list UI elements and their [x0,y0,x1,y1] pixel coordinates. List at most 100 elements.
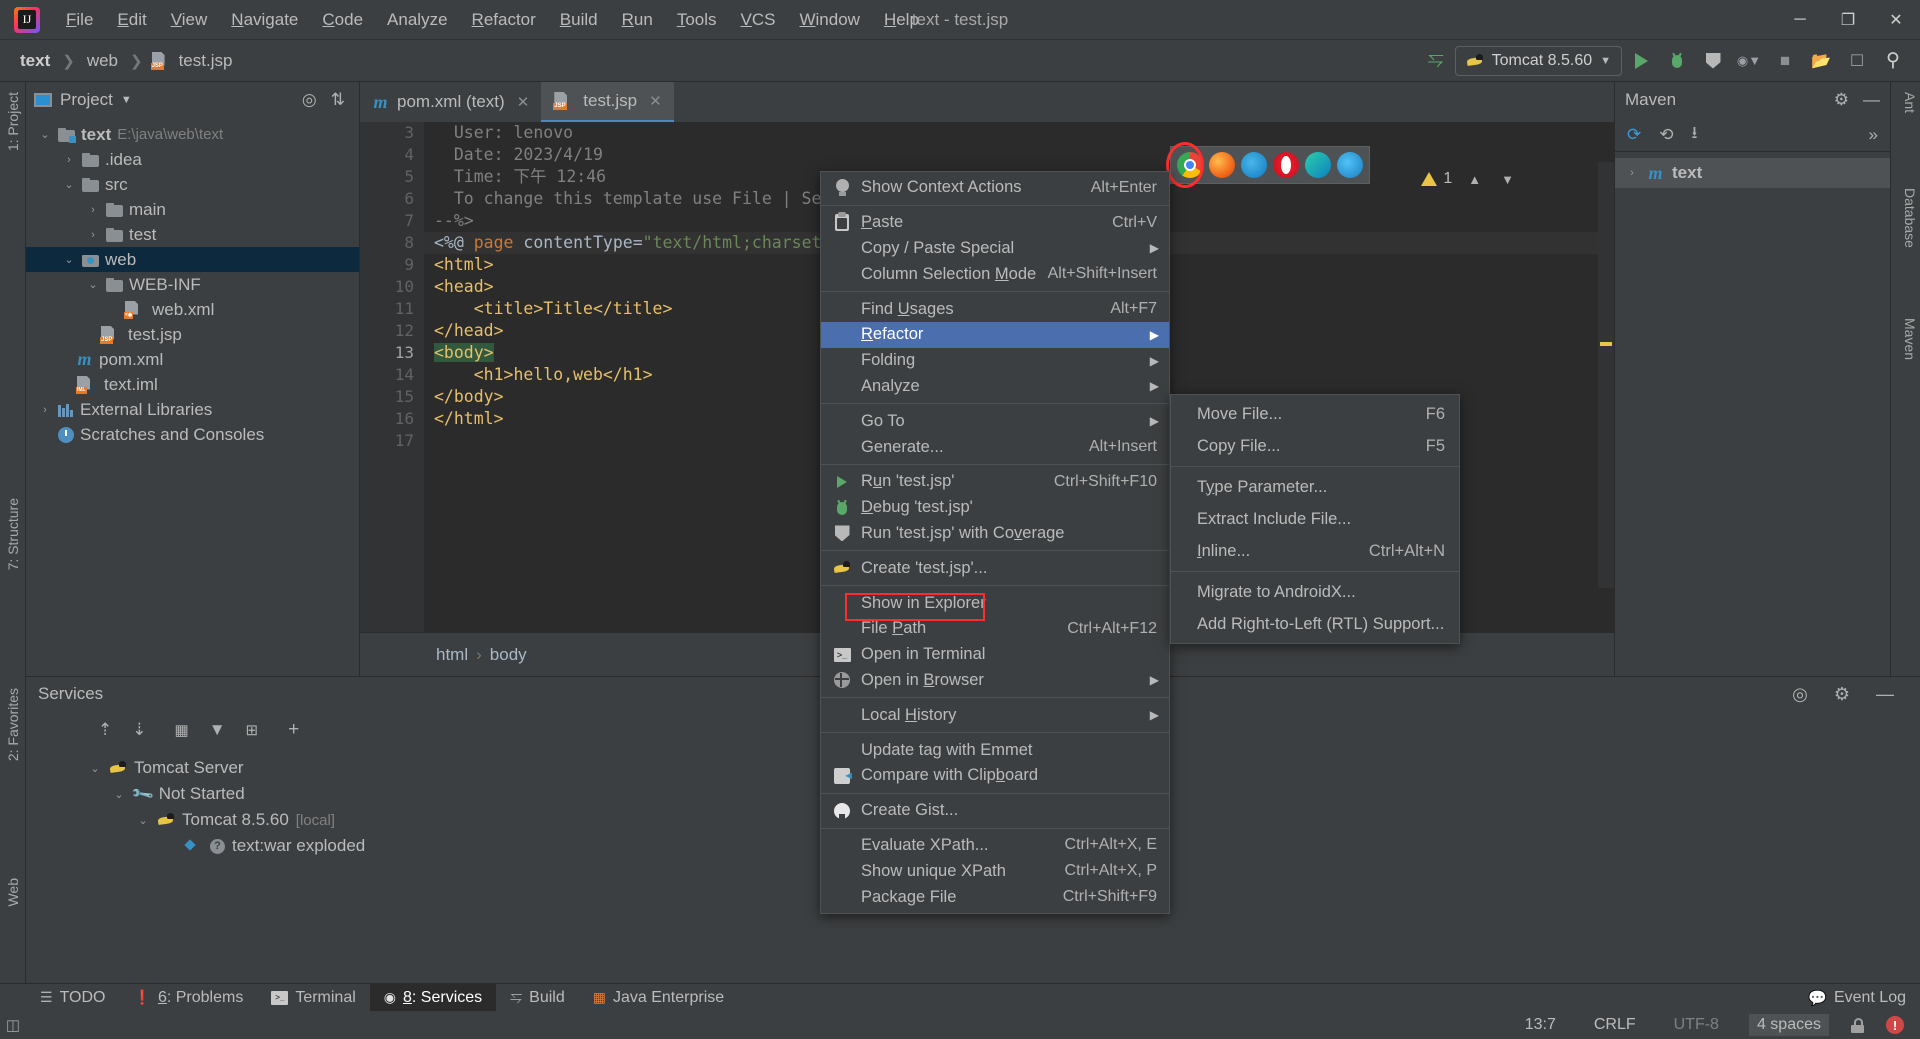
menu-run[interactable]: Run [610,6,665,34]
menu-window[interactable]: Window [787,6,871,34]
reload-icon[interactable]: ⟳ [1627,125,1641,145]
menu-item-paste[interactable]: Paste Ctrl+V [821,210,1169,236]
submenu-item-extract-include-file[interactable]: Extract Include File... [1171,503,1459,535]
submenu-item-migrate-to-androidx[interactable]: Migrate to AndroidX... [1171,576,1459,608]
submenu-item-copy-file[interactable]: Copy File... F5 [1171,430,1459,462]
add-service-icon[interactable]: + [288,719,299,741]
maximize-button[interactable]: ❐ [1824,0,1872,40]
menu-item-copy-paste-special[interactable]: Copy / Paste Special ▶ [821,236,1169,262]
menu-item-find-usages[interactable]: Find Usages Alt+F7 [821,296,1169,322]
chevron-down-icon[interactable]: ▼ [121,94,132,106]
sidebar-item-structure[interactable]: 7: Structure [0,492,26,576]
gear-icon[interactable]: ⚙ [1834,684,1850,705]
menu-item-open-in-terminal[interactable]: >_ Open in Terminal [821,642,1169,668]
tree-node-textiml[interactable]: IML text.iml [26,372,359,397]
collapse-all-icon[interactable]: ⇅ [331,90,345,110]
chevron-down-icon[interactable]: ⌄ [88,762,102,775]
tree-node-webxml[interactable]: <◉ web.xml [26,297,359,322]
tree-node-test[interactable]: › test [26,222,359,247]
download-sources-icon[interactable]: ⭳ [1692,120,1698,149]
breadcrumb-web[interactable]: web [83,49,122,73]
edge-legacy-icon[interactable] [1241,152,1267,178]
breadcrumb-body[interactable]: body [490,645,527,665]
editor-inspection-scrollbar[interactable] [1598,162,1614,588]
menu-view[interactable]: View [159,6,220,34]
show-tool-windows-icon[interactable]: ◫ [6,1016,20,1034]
chevron-down-icon[interactable]: ⌄ [86,278,100,291]
filter-icon[interactable]: ▼ [209,720,226,740]
tree-node-webinf[interactable]: ⌄ WEB-INF [26,272,359,297]
tree-node-web[interactable]: ⌄ web [26,247,359,272]
menu-tools[interactable]: Tools [665,6,729,34]
menu-code[interactable]: Code [310,6,375,34]
run-with-coverage-button[interactable] [1696,46,1730,76]
inspection-status[interactable]: 1 ▲ ▼ [1421,170,1514,188]
error-badge-icon[interactable]: ! [1886,1016,1904,1034]
close-button[interactable]: ✕ [1872,0,1920,40]
expand-all-icon[interactable]: ⇡ [98,720,112,740]
edge-icon[interactable] [1305,152,1331,178]
chevron-down-icon[interactable]: ⌄ [38,128,52,141]
tab-pom-xml[interactable]: m pom.xml (text) ✕ [360,82,541,122]
tree-node-testjsp[interactable]: JSP test.jsp [26,322,359,347]
add-tab-icon[interactable]: ⊞ [246,721,259,739]
menu-item-show-context-actions[interactable]: Show Context Actions Alt+Enter [821,175,1169,201]
unlocked-icon[interactable] [1851,1017,1864,1033]
menu-item-analyze[interactable]: Analyze ▶ [821,374,1169,400]
chevron-down-icon[interactable]: ▼ [1501,172,1514,187]
menu-item-folding[interactable]: Folding ▶ [821,348,1169,374]
ie-icon[interactable] [1337,152,1363,178]
file-encoding[interactable]: UTF-8 [1666,1014,1727,1036]
more-actions-icon[interactable]: » [1869,125,1878,145]
chevron-down-icon[interactable]: ⌄ [112,788,126,801]
maven-project-text[interactable]: › m text [1615,158,1890,188]
locate-target-icon[interactable]: ◎ [1792,684,1808,705]
generate-sources-icon[interactable]: ⟲ [1659,125,1673,145]
breadcrumb-html[interactable]: html [436,645,468,665]
breadcrumb-testjsp[interactable]: test.jsp [175,49,237,73]
menu-item-run-testjsp[interactable]: Run 'test.jsp' Ctrl+Shift+F10 [821,469,1169,495]
menu-item-local-history[interactable]: Local History ▶ [821,702,1169,728]
sidebar-item-ant[interactable]: Ant [1892,86,1918,119]
gear-icon[interactable]: ⚙ [1834,90,1849,110]
sidebar-item-maven[interactable]: Maven [1892,312,1918,366]
menu-item-refactor[interactable]: Refactor ▶ [821,321,1169,348]
menu-refactor[interactable]: Refactor [460,6,548,34]
tab-todo[interactable]: ☰ TODO [26,984,120,1012]
chevron-right-icon[interactable]: › [38,404,52,416]
menu-item-evaluate-xpath[interactable]: Evaluate XPath... Ctrl+Alt+X, E [821,833,1169,859]
chevron-down-icon[interactable]: ⌄ [62,253,76,266]
menu-item-show-unique-xpath[interactable]: Show unique XPath Ctrl+Alt+X, P [821,858,1169,884]
tree-node-scratches[interactable]: Scratches and Consoles [26,422,359,447]
chevron-up-icon[interactable]: ▲ [1468,172,1481,187]
debug-button[interactable] [1660,46,1694,76]
tree-node-external-libraries[interactable]: › External Libraries [26,397,359,422]
chevron-down-icon[interactable]: ⌄ [62,178,76,191]
menu-edit[interactable]: Edit [105,6,158,34]
tab-build[interactable]: ⥧ Build [496,984,579,1012]
chevron-right-icon[interactable]: › [86,204,100,216]
chrome-icon[interactable] [1177,152,1203,178]
stop-button[interactable]: ■ [1768,46,1802,76]
tab-terminal[interactable]: >_ Terminal [257,984,369,1012]
sidebar-item-favorites[interactable]: 2: Favorites [0,682,26,767]
tree-node-idea[interactable]: › .idea [26,147,359,172]
update-project-icon[interactable]: 📂 [1804,46,1838,76]
tab-java-enterprise[interactable]: ▦ Java Enterprise [579,984,738,1012]
submenu-item-add-rtl-support[interactable]: Add Right-to-Left (RTL) Support... [1171,608,1459,640]
tree-node-text[interactable]: ⌄ text E:\java\web\text [26,122,359,147]
submenu-item-move-file[interactable]: Move File... F6 [1171,398,1459,430]
menu-item-file-path[interactable]: File Path Ctrl+Alt+F12 [821,616,1169,642]
hide-panel-icon[interactable]: — [1863,90,1880,110]
indent-setting[interactable]: 4 spaces [1748,1014,1829,1036]
run-button[interactable] [1624,46,1658,76]
menu-vcs[interactable]: VCS [729,6,788,34]
search-icon[interactable]: ⚲ [1876,46,1910,76]
event-log-button[interactable]: 💬 Event Log [1794,984,1920,1012]
chevron-right-icon[interactable]: › [86,229,100,241]
submenu-item-type-parameter[interactable]: Type Parameter... [1171,471,1459,503]
menu-analyze[interactable]: Analyze [375,6,459,34]
run-configuration-selector[interactable]: Tomcat 8.5.60 ▼ [1454,45,1622,76]
chevron-right-icon[interactable]: › [62,154,76,166]
profiler-dropdown-button[interactable]: ◉▼ [1732,46,1766,76]
